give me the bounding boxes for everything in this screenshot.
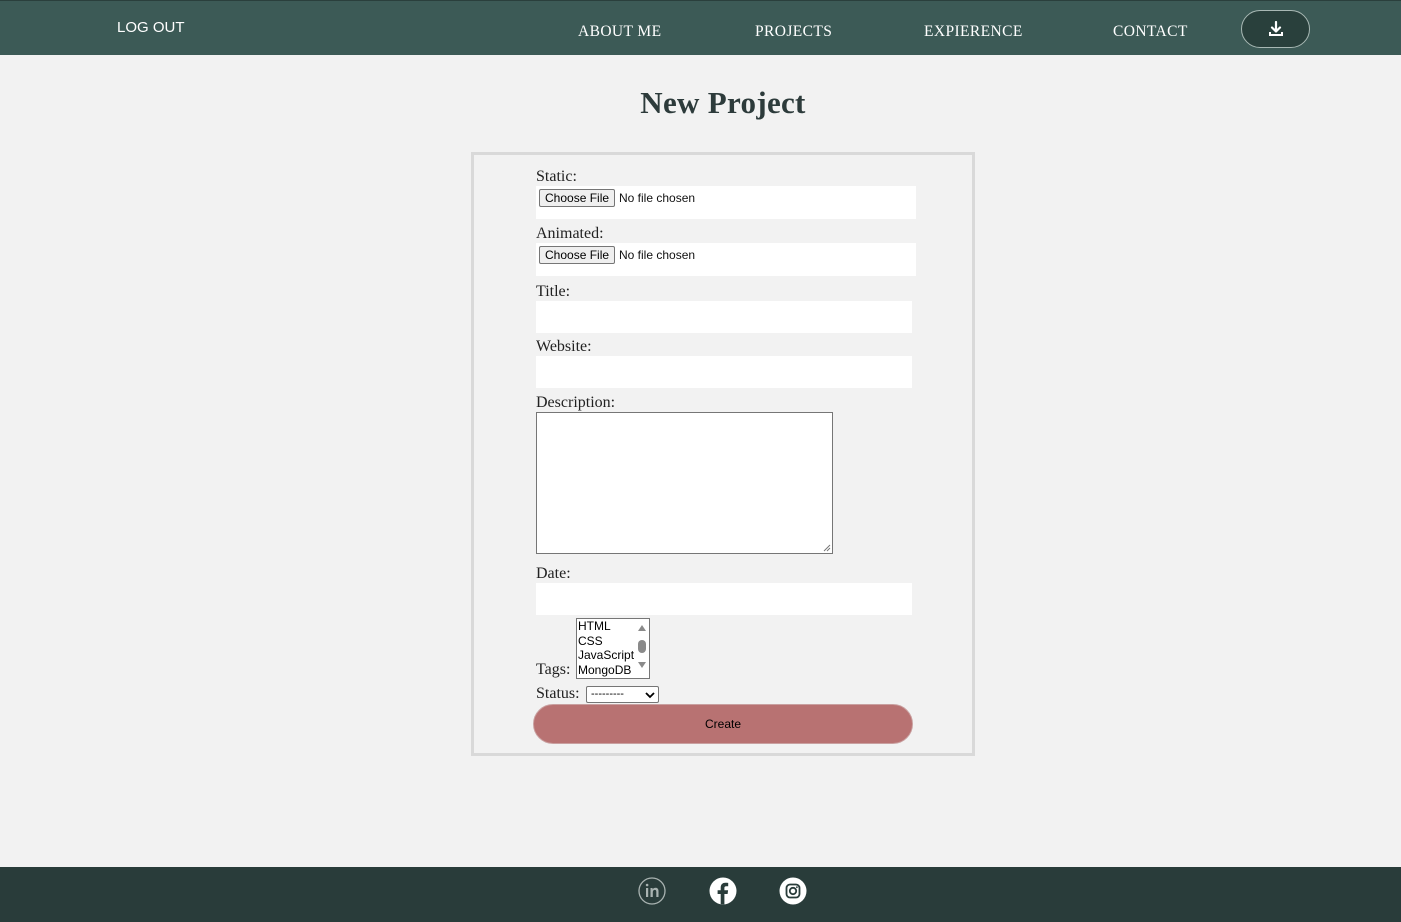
resize-grip-icon[interactable] xyxy=(823,544,831,552)
download-icon xyxy=(1268,21,1283,36)
title-input[interactable] xyxy=(536,301,912,333)
date-input[interactable] xyxy=(536,583,912,615)
description-label: Description: xyxy=(536,394,616,411)
download-button[interactable] xyxy=(1241,10,1310,48)
footer xyxy=(0,867,1401,922)
static-label: Static: xyxy=(536,168,577,185)
status-label: Status: xyxy=(536,685,580,702)
tag-option-javascript[interactable]: JavaScript xyxy=(578,648,634,662)
create-button[interactable]: Create xyxy=(533,704,913,744)
linkedin-icon[interactable] xyxy=(638,877,666,905)
description-textarea[interactable] xyxy=(536,412,833,554)
website-input[interactable] xyxy=(536,356,912,388)
animated-file-input[interactable]: Choose File No file chosen xyxy=(536,243,916,276)
date-label: Date: xyxy=(536,565,571,582)
static-choose-file-button[interactable]: Choose File xyxy=(539,189,616,207)
top-navbar: LOG OUT ABOUT ME PROJECTS EXPIERENCE CON… xyxy=(0,0,1401,55)
new-project-form: Static: Choose File No file chosen Anima… xyxy=(471,152,975,756)
title-label: Title: xyxy=(536,283,571,300)
tag-option-mongodb[interactable]: MongoDB xyxy=(578,663,631,677)
logout-link[interactable]: LOG OUT xyxy=(117,19,185,36)
website-label: Website: xyxy=(536,338,592,355)
tags-multiselect[interactable]: HTML CSS JavaScript MongoDB xyxy=(576,618,650,679)
nav-projects[interactable]: PROJECTS xyxy=(755,23,832,41)
tag-option-html[interactable]: HTML xyxy=(578,619,611,633)
instagram-icon[interactable] xyxy=(779,877,807,905)
animated-choose-file-button[interactable]: Choose File xyxy=(539,246,616,264)
tags-label: Tags: xyxy=(536,661,571,678)
facebook-icon[interactable] xyxy=(709,877,737,905)
tag-option-css[interactable]: CSS xyxy=(578,634,603,648)
tags-scrollbar[interactable] xyxy=(635,619,649,678)
status-select[interactable]: --------- xyxy=(586,686,659,703)
page-title: New Project xyxy=(640,85,806,120)
nav-about-me[interactable]: ABOUT ME xyxy=(578,23,661,41)
status-selected-value: --------- xyxy=(591,688,624,700)
animated-file-status: No file chosen xyxy=(619,248,696,262)
nav-expierence[interactable]: EXPIERENCE xyxy=(924,23,1023,41)
chevron-down-icon xyxy=(645,692,655,699)
static-file-status: No file chosen xyxy=(619,191,696,205)
static-file-input[interactable]: Choose File No file chosen xyxy=(536,186,916,219)
nav-contact[interactable]: CONTACT xyxy=(1113,23,1188,41)
animated-label: Animated: xyxy=(536,225,604,242)
